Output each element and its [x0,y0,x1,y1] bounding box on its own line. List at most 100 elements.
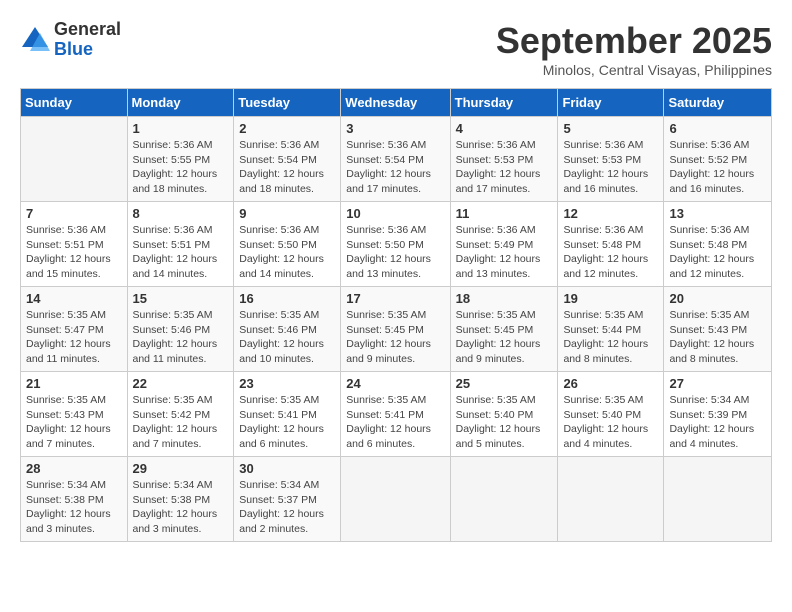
day-header-wednesday: Wednesday [341,89,450,117]
location-subtitle: Minolos, Central Visayas, Philippines [496,62,772,78]
calendar-cell: 24 Sunrise: 5:35 AM Sunset: 5:41 PM Dayli… [341,372,450,457]
day-number: 29 [133,461,229,476]
day-detail: Sunrise: 5:36 AM Sunset: 5:53 PM Dayligh… [563,138,658,197]
day-detail: Sunrise: 5:36 AM Sunset: 5:52 PM Dayligh… [669,138,766,197]
day-number: 15 [133,291,229,306]
calendar-cell: 1 Sunrise: 5:36 AM Sunset: 5:55 PM Daylig… [127,117,234,202]
day-number: 7 [26,206,122,221]
day-detail: Sunrise: 5:34 AM Sunset: 5:39 PM Dayligh… [669,393,766,452]
week-row-4: 28 Sunrise: 5:34 AM Sunset: 5:38 PM Dayli… [21,457,772,542]
calendar-cell: 8Sunrise: 5:36 AM Sunset: 5:51 PM Daylig… [127,202,234,287]
day-detail: Sunrise: 5:35 AM Sunset: 5:43 PM Dayligh… [26,393,122,452]
header-row: SundayMondayTuesdayWednesdayThursdayFrid… [21,89,772,117]
calendar-cell: 29 Sunrise: 5:34 AM Sunset: 5:38 PM Dayli… [127,457,234,542]
day-detail: Sunrise: 5:35 AM Sunset: 5:46 PM Dayligh… [239,308,335,367]
day-detail: Sunrise: 5:36 AM Sunset: 5:48 PM Dayligh… [669,223,766,282]
calendar-cell: 18 Sunrise: 5:35 AM Sunset: 5:45 PM Dayli… [450,287,558,372]
day-detail: Sunrise: 5:35 AM Sunset: 5:41 PM Dayligh… [239,393,335,452]
day-number: 26 [563,376,658,391]
day-detail: Sunrise: 5:35 AM Sunset: 5:44 PM Dayligh… [563,308,658,367]
day-number: 3 [346,121,444,136]
day-number: 4 [456,121,553,136]
week-row-3: 21 Sunrise: 5:35 AM Sunset: 5:43 PM Dayli… [21,372,772,457]
day-header-saturday: Saturday [664,89,772,117]
day-detail: Sunrise: 5:36 AM Sunset: 5:54 PM Dayligh… [239,138,335,197]
day-number: 24 [346,376,444,391]
day-number: 1 [133,121,229,136]
logo-general-text: General [54,20,121,40]
day-header-tuesday: Tuesday [234,89,341,117]
day-number: 2 [239,121,335,136]
day-number: 21 [26,376,122,391]
day-detail: Sunrise: 5:36 AM Sunset: 5:49 PM Dayligh… [456,223,553,282]
day-detail: Sunrise: 5:34 AM Sunset: 5:38 PM Dayligh… [26,478,122,537]
day-number: 17 [346,291,444,306]
day-number: 28 [26,461,122,476]
logo-blue-text: Blue [54,40,121,60]
logo: General Blue [20,20,121,60]
day-detail: Sunrise: 5:35 AM Sunset: 5:45 PM Dayligh… [346,308,444,367]
calendar-cell [21,117,128,202]
week-row-1: 7Sunrise: 5:36 AM Sunset: 5:51 PM Daylig… [21,202,772,287]
calendar-cell: 30Sunrise: 5:34 AM Sunset: 5:37 PM Dayli… [234,457,341,542]
day-detail: Sunrise: 5:36 AM Sunset: 5:50 PM Dayligh… [346,223,444,282]
calendar-cell: 22 Sunrise: 5:35 AM Sunset: 5:42 PM Dayli… [127,372,234,457]
title-area: September 2025 Minolos, Central Visayas,… [496,20,772,78]
calendar-cell: 27 Sunrise: 5:34 AM Sunset: 5:39 PM Dayli… [664,372,772,457]
day-number: 20 [669,291,766,306]
week-row-0: 1 Sunrise: 5:36 AM Sunset: 5:55 PM Daylig… [21,117,772,202]
calendar-cell: 16Sunrise: 5:35 AM Sunset: 5:46 PM Dayli… [234,287,341,372]
day-detail: Sunrise: 5:35 AM Sunset: 5:40 PM Dayligh… [456,393,553,452]
calendar-cell [450,457,558,542]
calendar-cell: 2 Sunrise: 5:36 AM Sunset: 5:54 PM Daylig… [234,117,341,202]
day-number: 30 [239,461,335,476]
month-title: September 2025 [496,20,772,62]
calendar-cell: 19Sunrise: 5:35 AM Sunset: 5:44 PM Dayli… [558,287,664,372]
day-number: 9 [239,206,335,221]
day-detail: Sunrise: 5:36 AM Sunset: 5:55 PM Dayligh… [133,138,229,197]
day-detail: Sunrise: 5:35 AM Sunset: 5:40 PM Dayligh… [563,393,658,452]
day-detail: Sunrise: 5:35 AM Sunset: 5:46 PM Dayligh… [133,308,229,367]
day-number: 18 [456,291,553,306]
calendar-cell: 21 Sunrise: 5:35 AM Sunset: 5:43 PM Dayli… [21,372,128,457]
calendar-cell: 15 Sunrise: 5:35 AM Sunset: 5:46 PM Dayli… [127,287,234,372]
day-number: 11 [456,206,553,221]
day-number: 14 [26,291,122,306]
calendar-cell: 20Sunrise: 5:35 AM Sunset: 5:43 PM Dayli… [664,287,772,372]
day-detail: Sunrise: 5:35 AM Sunset: 5:41 PM Dayligh… [346,393,444,452]
calendar-cell: 13 Sunrise: 5:36 AM Sunset: 5:48 PM Dayli… [664,202,772,287]
day-detail: Sunrise: 5:35 AM Sunset: 5:45 PM Dayligh… [456,308,553,367]
calendar-body: 1 Sunrise: 5:36 AM Sunset: 5:55 PM Daylig… [21,117,772,542]
calendar-cell: 14 Sunrise: 5:35 AM Sunset: 5:47 PM Dayli… [21,287,128,372]
day-number: 22 [133,376,229,391]
day-detail: Sunrise: 5:36 AM Sunset: 5:50 PM Dayligh… [239,223,335,282]
day-header-sunday: Sunday [21,89,128,117]
day-number: 25 [456,376,553,391]
calendar-cell: 3 Sunrise: 5:36 AM Sunset: 5:54 PM Daylig… [341,117,450,202]
day-detail: Sunrise: 5:36 AM Sunset: 5:54 PM Dayligh… [346,138,444,197]
day-detail: Sunrise: 5:36 AM Sunset: 5:48 PM Dayligh… [563,223,658,282]
day-number: 23 [239,376,335,391]
day-number: 5 [563,121,658,136]
calendar-cell: 9 Sunrise: 5:36 AM Sunset: 5:50 PM Daylig… [234,202,341,287]
day-number: 10 [346,206,444,221]
calendar-cell: 11 Sunrise: 5:36 AM Sunset: 5:49 PM Dayli… [450,202,558,287]
day-header-monday: Monday [127,89,234,117]
calendar-cell: 10 Sunrise: 5:36 AM Sunset: 5:50 PM Dayli… [341,202,450,287]
calendar-cell: 17 Sunrise: 5:35 AM Sunset: 5:45 PM Dayli… [341,287,450,372]
day-detail: Sunrise: 5:35 AM Sunset: 5:42 PM Dayligh… [133,393,229,452]
calendar-cell: 12Sunrise: 5:36 AM Sunset: 5:48 PM Dayli… [558,202,664,287]
calendar-cell [558,457,664,542]
calendar-cell: 25 Sunrise: 5:35 AM Sunset: 5:40 PM Dayli… [450,372,558,457]
day-number: 8 [133,206,229,221]
day-number: 27 [669,376,766,391]
week-row-2: 14 Sunrise: 5:35 AM Sunset: 5:47 PM Dayli… [21,287,772,372]
calendar-table: SundayMondayTuesdayWednesdayThursdayFrid… [20,88,772,542]
day-detail: Sunrise: 5:34 AM Sunset: 5:38 PM Dayligh… [133,478,229,537]
logo-icon [20,25,50,55]
day-number: 6 [669,121,766,136]
day-detail: Sunrise: 5:36 AM Sunset: 5:53 PM Dayligh… [456,138,553,197]
day-detail: Sunrise: 5:35 AM Sunset: 5:47 PM Dayligh… [26,308,122,367]
calendar-cell: 28 Sunrise: 5:34 AM Sunset: 5:38 PM Dayli… [21,457,128,542]
day-number: 13 [669,206,766,221]
